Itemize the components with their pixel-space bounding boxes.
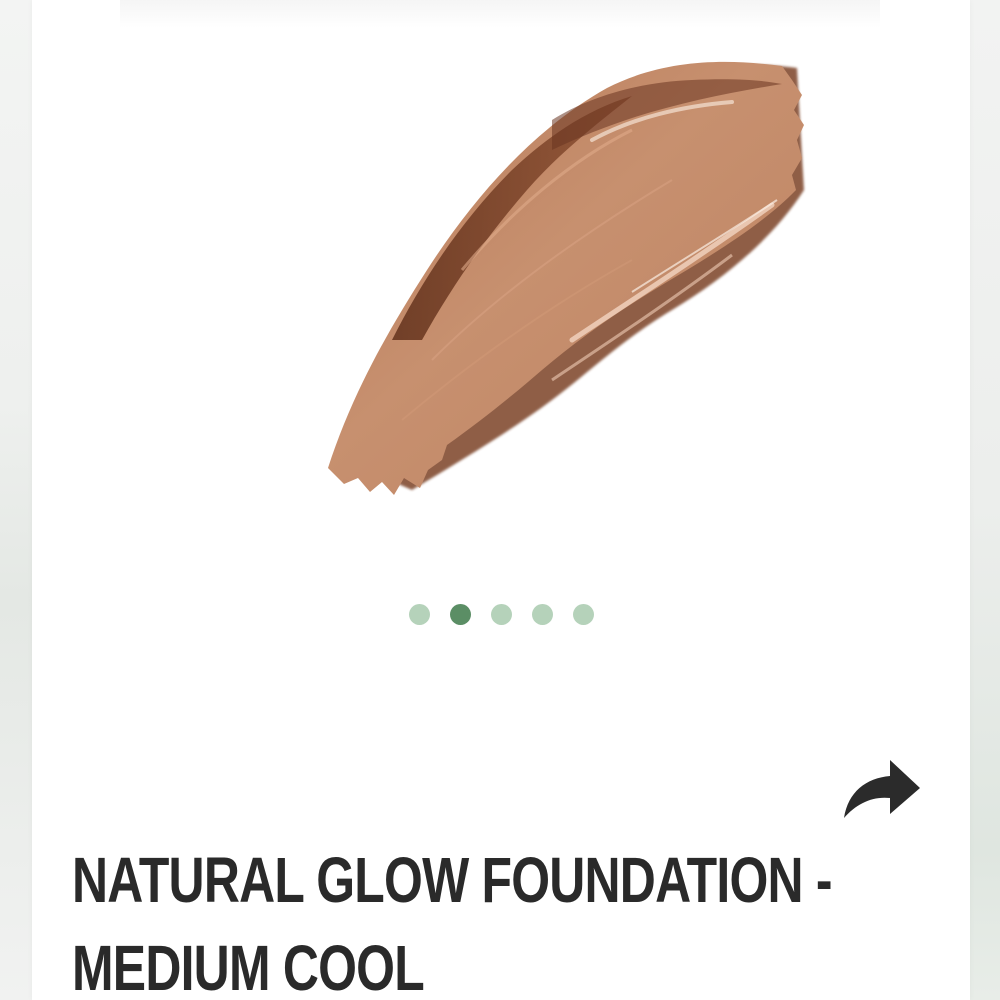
product-page: NATURAL GLOW FOUNDATION - MEDIUM COOL: [0, 0, 1000, 1000]
foundation-swatch-image: [328, 61, 804, 496]
product-card: NATURAL GLOW FOUNDATION - MEDIUM COOL: [32, 0, 970, 1000]
carousel-dot-2-active[interactable]: [449, 604, 471, 625]
product-image-carousel[interactable]: [32, 40, 970, 560]
right-edge: [970, 0, 1000, 1000]
carousel-pagination: [32, 604, 970, 625]
top-shadow: [120, 0, 880, 28]
share-button[interactable]: [840, 752, 924, 828]
left-edge: [0, 0, 32, 1000]
carousel-dot-5[interactable]: [572, 604, 594, 625]
product-title-line-1: NATURAL GLOW FOUNDATION -: [72, 844, 832, 916]
carousel-dot-4[interactable]: [531, 604, 553, 625]
share-arrow-icon: [844, 760, 920, 818]
carousel-dot-1[interactable]: [408, 604, 430, 625]
product-title: NATURAL GLOW FOUNDATION - MEDIUM COOL: [72, 836, 930, 1000]
product-title-line-2: MEDIUM COOL: [72, 932, 425, 1000]
carousel-dot-3[interactable]: [490, 604, 512, 625]
